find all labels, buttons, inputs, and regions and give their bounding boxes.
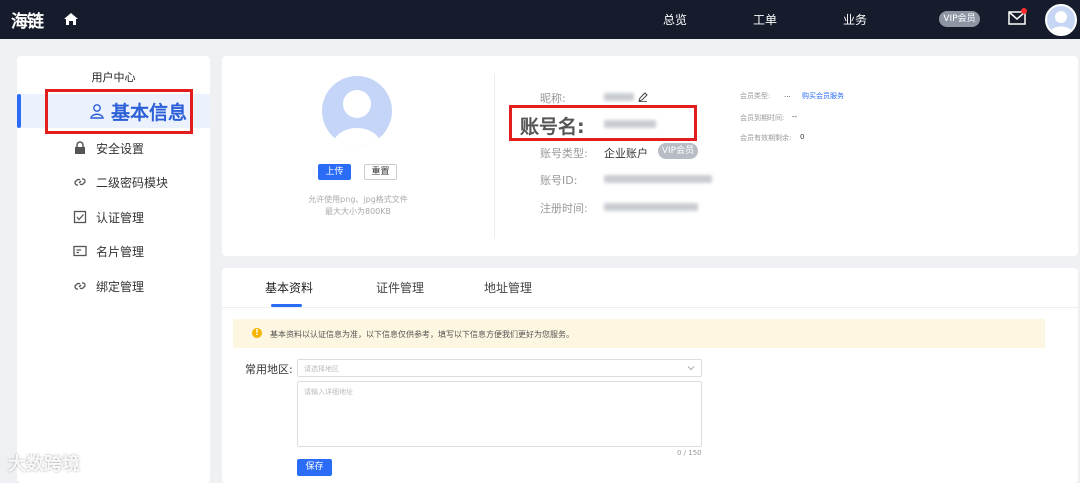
notification-dot	[1021, 8, 1027, 14]
sidebar-item-label: 认证管理	[96, 211, 145, 225]
reset-button[interactable]: 重置	[364, 164, 397, 180]
nav-business[interactable]: 业务	[843, 11, 867, 28]
member-expire-label: 会员到期时间:	[740, 114, 785, 122]
address-placeholder: 请输入详细地址	[304, 388, 353, 396]
save-button[interactable]: 保存	[297, 459, 332, 476]
sidebar-item-label: 二级密码模块	[96, 176, 169, 190]
tab-basic-profile[interactable]: 基本资料	[265, 279, 313, 296]
sidebar-title: 用户中心	[91, 71, 136, 84]
top-nav-bar: 海链 总览 工单 业务 VIP会员	[0, 0, 1080, 39]
address-textarea[interactable]: 请输入详细地址	[297, 381, 702, 447]
nickname-label: 昵称:	[540, 92, 566, 105]
member-days-value: 0	[800, 133, 805, 141]
sidebar-item-label: 名片管理	[96, 245, 145, 259]
buy-member-link[interactable]: 购买会员服务	[802, 91, 844, 101]
nav-overview[interactable]: 总览	[663, 11, 687, 28]
check-square-icon	[73, 210, 87, 224]
watermark: 大数跨境	[8, 454, 80, 475]
vip-badge[interactable]: VIP会员	[939, 11, 980, 27]
edit-pencil-icon[interactable]	[638, 92, 648, 102]
notice-banner: ! 基本资料以认证信息为准，以下信息仅供参考，填写以下信息方便我们更好为您服务。	[233, 319, 1045, 348]
upload-hint-size: 最大大小为800KB	[324, 207, 391, 216]
member-days-label: 会员有效期剩余:	[740, 134, 792, 142]
account-type-value: 企业账户	[604, 147, 648, 160]
sidebar-item-label: 绑定管理	[96, 280, 145, 294]
divider	[494, 74, 495, 238]
account-type-label: 账号类型:	[540, 147, 588, 160]
app-logo[interactable]: 海链	[11, 7, 44, 32]
nickname-value-redacted	[604, 93, 634, 101]
region-label: 常用地区:	[245, 363, 293, 376]
sidebar-item-business-card[interactable]: 名片管理	[17, 234, 210, 268]
avatar-person-icon	[332, 90, 382, 146]
home-icon[interactable]	[63, 11, 79, 27]
nav-workorder[interactable]: 工单	[753, 11, 777, 28]
link-icon	[74, 282, 86, 290]
sidebar-item-verification[interactable]: 认证管理	[17, 200, 210, 234]
active-indicator	[17, 94, 21, 128]
tab-documents[interactable]: 证件管理	[376, 279, 424, 296]
sidebar-item-security[interactable]: 安全设置	[17, 131, 210, 165]
profile-card: 上传 重置 允许使用png、jpg格式文件 最大大小为800KB 昵称: 账号名…	[222, 56, 1078, 256]
member-expire-value: --	[792, 113, 798, 121]
link-icon	[74, 178, 86, 186]
upload-hint-format: 允许使用png、jpg格式文件	[308, 195, 408, 204]
warning-icon: !	[252, 328, 262, 338]
sidebar-item-label: 安全设置	[96, 142, 145, 156]
tab-divider	[222, 307, 1078, 308]
highlight-box	[45, 89, 193, 134]
lock-icon	[75, 141, 85, 154]
vip-tag: VIP会员	[658, 143, 698, 159]
card-icon	[73, 245, 87, 257]
sidebar-item-binding[interactable]: 绑定管理	[17, 269, 210, 303]
account-id-value-redacted	[604, 175, 712, 183]
sidebar: 用户中心 基本信息 安全设置 二级密码模块 认证管理 名片管理 绑定管理	[17, 56, 210, 483]
avatar-person-icon	[1049, 11, 1073, 34]
sidebar-item-second-password[interactable]: 二级密码模块	[17, 165, 210, 199]
member-type-value: ...	[784, 91, 791, 99]
basic-profile-card: 基本资料 证件管理 地址管理 ! 基本资料以认证信息为准，以下信息仅供参考，填写…	[222, 268, 1078, 483]
tab-addresses[interactable]: 地址管理	[484, 279, 532, 296]
register-time-label: 注册时间:	[540, 202, 588, 215]
region-select[interactable]: 请选择地区	[297, 359, 702, 377]
user-avatar[interactable]	[1045, 4, 1077, 36]
register-time-value-redacted	[604, 203, 698, 211]
account-id-label: 账号ID:	[540, 174, 578, 187]
upload-button[interactable]: 上传	[318, 164, 351, 180]
notice-text: 基本资料以认证信息为准，以下信息仅供参考，填写以下信息方便我们更好为您服务。	[270, 330, 574, 339]
profile-avatar[interactable]	[322, 76, 392, 146]
highlight-box	[509, 105, 697, 141]
member-type-label: 会员类型:	[740, 92, 771, 100]
char-counter: 0 / 150	[677, 449, 702, 457]
region-placeholder: 请选择地区	[304, 365, 339, 373]
chevron-down-icon	[687, 366, 695, 371]
